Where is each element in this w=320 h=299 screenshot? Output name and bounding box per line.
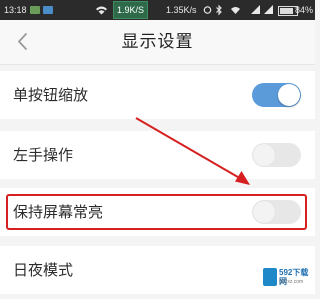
- setting-label: 左手操作: [13, 146, 74, 164]
- highlight-box: [6, 194, 307, 230]
- status-time: 13:18: [4, 5, 27, 15]
- page-title: 显示设置: [121, 32, 194, 52]
- alarm-icon: [203, 0, 212, 20]
- toggle-switch[interactable]: [252, 83, 301, 107]
- setting-label: 日夜模式: [13, 261, 74, 279]
- toggle-knob: [253, 144, 275, 166]
- toggle-switch[interactable]: [252, 143, 301, 167]
- setting-row-single-button-zoom[interactable]: 单按钮缩放: [0, 71, 315, 119]
- watermark-url: 592xz.com: [279, 279, 304, 285]
- battery-percent: 84%: [295, 5, 314, 15]
- watermark-logo: 592下载网 592xz.com: [260, 264, 314, 292]
- network-speed-secondary: 1.35K/s: [166, 5, 197, 15]
- notification-icon: [30, 6, 40, 14]
- network-speed-highlight: 1.9K/S: [113, 1, 149, 19]
- setting-row-left-hand-mode[interactable]: 左手操作: [0, 131, 315, 179]
- toggle-knob: [278, 84, 300, 106]
- status-bar: 13:18 1.9K/S 1.35K/s 84%: [0, 0, 315, 20]
- wifi-icon: [95, 0, 108, 20]
- setting-label: 单按钮缩放: [13, 86, 89, 104]
- wifi-icon-2: [230, 0, 241, 20]
- bluetooth-icon: [215, 0, 223, 20]
- signal-icon-2: [263, 0, 274, 20]
- watermark-logo-icon: [263, 268, 277, 286]
- signal-icon: [250, 0, 261, 20]
- page-header: 显示设置: [0, 20, 315, 65]
- notification-icon-2: [43, 6, 53, 14]
